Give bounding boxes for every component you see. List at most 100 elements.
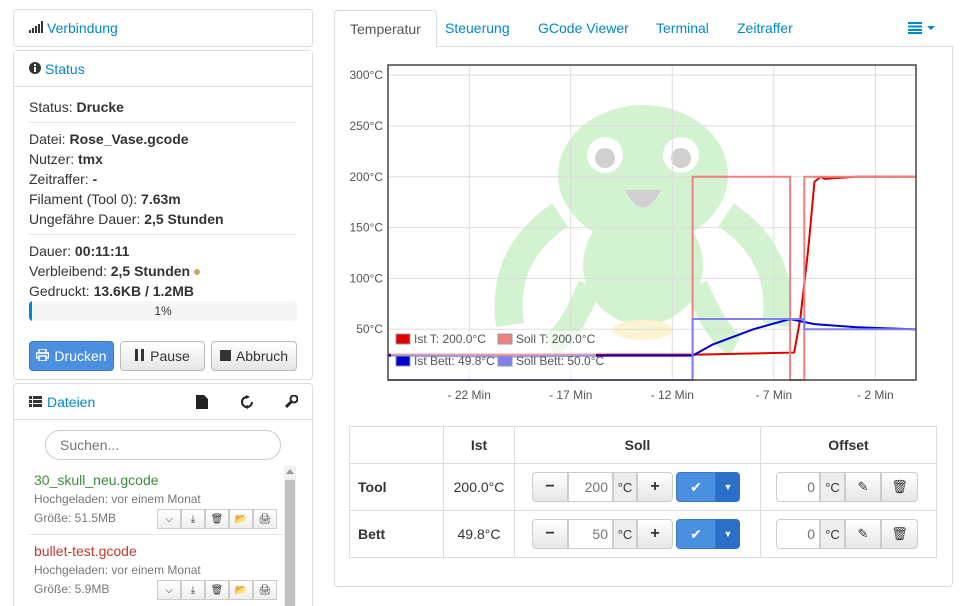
cancel-button[interactable]: Abbruch (211, 341, 297, 371)
progress-text: 1% (154, 304, 172, 318)
divider (29, 234, 297, 235)
search-input[interactable] (45, 430, 281, 460)
file-actions: ⌵ ⤓ 🗑 📂 🖨 (157, 509, 277, 529)
table-header (349, 426, 444, 464)
tab-gcode-viewer[interactable]: GCode Viewer (523, 10, 644, 47)
download-icon[interactable]: ⤓ (181, 580, 205, 600)
bed-target-input[interactable] (568, 519, 613, 549)
printed-row: Gedruckt: 13.6KB / 1.2MB (29, 283, 194, 299)
trash-icon[interactable]: 🗑 (205, 580, 229, 600)
legend-label: Soll Bett: 50.0°C (516, 354, 605, 368)
job-filament-row: Filament (Tool 0): 7.63m (29, 191, 181, 207)
elapsed-row: Dauer: 00:11:11 (29, 243, 129, 259)
estimate-quality-dot-icon (193, 269, 200, 276)
plus-icon[interactable]: + (637, 472, 673, 502)
tab-temperature[interactable]: Temperatur (334, 10, 437, 48)
tab-menu-icon[interactable] (908, 22, 935, 34)
new-file-icon[interactable] (196, 395, 208, 412)
pause-icon (135, 348, 145, 364)
files-header: Dateien (14, 384, 312, 420)
file-name[interactable]: 30_skull_neu.gcode (34, 472, 292, 488)
tool-offset-input[interactable] (776, 472, 820, 502)
legend-label: Soll T: 200.0°C (516, 332, 596, 346)
status-panel: Status Status: Drucke Datei: Rose_Vase.g… (13, 50, 313, 380)
folder-open-icon[interactable]: 📂 (229, 509, 253, 529)
file-actions: ⌵ ⤓ 🗑 📂 🖨 (157, 580, 277, 600)
trash-icon[interactable]: 🗑 (881, 472, 918, 502)
job-label: Filament (Tool 0): (29, 191, 138, 207)
pencil-icon[interactable]: ✎ (845, 472, 881, 502)
download-icon[interactable]: ⤓ (181, 509, 205, 529)
file-uploaded: Hochgeladen: vor einem Monat (34, 492, 201, 506)
chevron-down-icon[interactable]: ⌵ (157, 580, 181, 600)
bed-offset-input[interactable] (776, 519, 820, 549)
job-label: Datei: (29, 131, 66, 147)
signal-icon (29, 20, 43, 36)
legend-swatch (395, 355, 411, 367)
chevron-down-icon[interactable]: ▼ (716, 472, 740, 502)
tool-actual: 200.0°C (443, 463, 515, 511)
progress-bar: 1% (29, 301, 297, 321)
tool-offset-unit: °C (820, 472, 845, 502)
status-header[interactable]: Status (14, 51, 312, 87)
remaining-label: Verbleibend: (29, 263, 107, 279)
tab-control[interactable]: Steuerung (430, 10, 525, 47)
x-tick-label: - 7 Min (756, 388, 793, 402)
folder-open-icon[interactable]: 📂 (229, 580, 253, 600)
print-button[interactable]: Drucken (29, 341, 114, 371)
refresh-icon[interactable] (240, 395, 254, 412)
trash-icon[interactable]: 🗑 (205, 509, 229, 529)
job-value: - (92, 171, 98, 187)
pause-button-label: Pause (150, 348, 190, 364)
chevron-down-icon[interactable]: ⌵ (157, 509, 181, 529)
status-title[interactable]: Status (45, 61, 85, 77)
table-header-row: Ist Soll Offset (349, 426, 937, 464)
job-value: tmx (78, 151, 103, 167)
bed-actual: 49.8°C (443, 510, 515, 558)
tool-name: Tool (349, 463, 444, 511)
file-name[interactable]: bullet-test.gcode (34, 543, 292, 559)
files-title[interactable]: Dateien (47, 394, 95, 410)
print-icon[interactable]: 🖨 (253, 509, 277, 529)
x-tick-label: - 2 Min (857, 388, 894, 402)
checkmark-icon[interactable]: ✔ (676, 472, 716, 502)
connection-header[interactable]: Verbindung (29, 20, 118, 36)
x-tick-label: - 17 Min (549, 388, 592, 402)
table-header: Ist (443, 426, 515, 464)
remaining-value: 2,5 Stunden (110, 263, 191, 279)
tab-timelapse[interactable]: Zeitraffer (722, 10, 808, 47)
list-icon (29, 394, 42, 410)
connection-panel: Verbindung (13, 9, 313, 47)
tab-terminal[interactable]: Terminal (641, 10, 724, 47)
plus-icon[interactable]: + (637, 519, 673, 549)
file-uploaded: Hochgeladen: vor einem Monat (34, 563, 201, 577)
checkmark-icon[interactable]: ✔ (676, 519, 716, 549)
pause-button[interactable]: Pause (120, 341, 205, 371)
connection-title[interactable]: Verbindung (47, 20, 118, 36)
job-timelapse-row: Zeitraffer: - (29, 171, 97, 187)
print-icon (36, 348, 50, 364)
temperature-chart: 50°C 100°C 150°C 200°C 250°C 300°C - 22 Min - 1… (350, 64, 917, 402)
wrench-icon[interactable] (284, 394, 299, 412)
minus-icon[interactable]: − (532, 519, 568, 549)
legend-swatch (497, 333, 513, 345)
legend-swatch (395, 333, 411, 345)
y-tick-label: 200°C (350, 170, 384, 184)
tool-target-input[interactable] (568, 472, 613, 502)
bed-target-unit: °C (613, 519, 637, 549)
printed-label: Gedruckt: (29, 283, 90, 299)
list-item[interactable]: 30_skull_neu.gcode Hochgeladen: vor eine… (34, 472, 292, 529)
tool-offset-control: °C ✎ 🗑 (776, 472, 918, 502)
tool-target-unit: °C (613, 472, 637, 502)
pencil-icon[interactable]: ✎ (845, 519, 881, 549)
trash-icon[interactable]: 🗑 (881, 519, 918, 549)
list-item[interactable]: bullet-test.gcode Hochgeladen: vor einem… (34, 543, 292, 600)
bed-name: Bett (349, 510, 444, 558)
table-header: Offset (760, 426, 937, 464)
info-icon (29, 61, 41, 77)
remaining-row: Verbleibend: 2,5 Stunden (29, 263, 200, 279)
chevron-down-icon[interactable]: ▼ (716, 519, 740, 549)
bed-target-control: − °C + ✔ ▼ (532, 519, 740, 549)
print-icon[interactable]: 🖨 (253, 580, 277, 600)
minus-icon[interactable]: − (532, 472, 568, 502)
